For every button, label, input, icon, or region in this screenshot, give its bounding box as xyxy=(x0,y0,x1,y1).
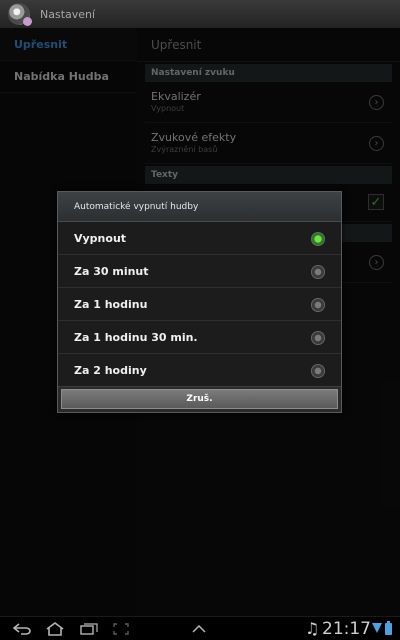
option-label: Za 1 hodinu xyxy=(74,297,148,311)
back-icon[interactable] xyxy=(12,623,32,635)
option-1-hour-30[interactable]: Za 1 hodinu 30 min. xyxy=(58,321,341,354)
screenshot-icon[interactable] xyxy=(113,623,129,635)
auto-off-dialog: Automatické vypnutí hudby Vypnout Za 30 … xyxy=(57,191,342,413)
title-bar: Nastavení xyxy=(0,0,400,28)
music-note-icon: ♫ xyxy=(305,619,320,638)
option-30-min[interactable]: Za 30 minut xyxy=(58,255,341,288)
music-app-icon xyxy=(8,3,32,26)
cancel-button[interactable]: Zruš. xyxy=(61,389,338,409)
dialog-footer: Zruš. xyxy=(58,386,341,412)
system-bar: ♫ 21:17 xyxy=(0,616,400,640)
battery-icon xyxy=(385,621,392,635)
radio-unselected-icon[interactable] xyxy=(311,331,325,345)
radio-unselected-icon[interactable] xyxy=(311,364,325,378)
radio-unselected-icon[interactable] xyxy=(311,298,325,312)
option-label: Za 30 minut xyxy=(74,264,149,278)
clock: 21:17 xyxy=(322,619,371,639)
home-icon[interactable] xyxy=(45,622,65,636)
option-1-hour[interactable]: Za 1 hodinu xyxy=(58,288,341,321)
radio-selected-icon[interactable] xyxy=(311,232,325,246)
option-2-hours[interactable]: Za 2 hodiny xyxy=(58,354,341,387)
recent-apps-icon[interactable] xyxy=(80,623,98,635)
option-vypnout[interactable]: Vypnout xyxy=(58,222,341,255)
page-title: Nastavení xyxy=(40,7,96,21)
menu-up-icon[interactable] xyxy=(192,625,206,633)
radio-unselected-icon[interactable] xyxy=(311,265,325,279)
option-label: Vypnout xyxy=(74,231,127,245)
signal-icon xyxy=(372,623,382,633)
option-label: Za 2 hodiny xyxy=(74,364,147,377)
dialog-title: Automatické vypnutí hudby xyxy=(58,192,341,222)
option-label: Za 1 hodinu 30 min. xyxy=(74,330,198,344)
